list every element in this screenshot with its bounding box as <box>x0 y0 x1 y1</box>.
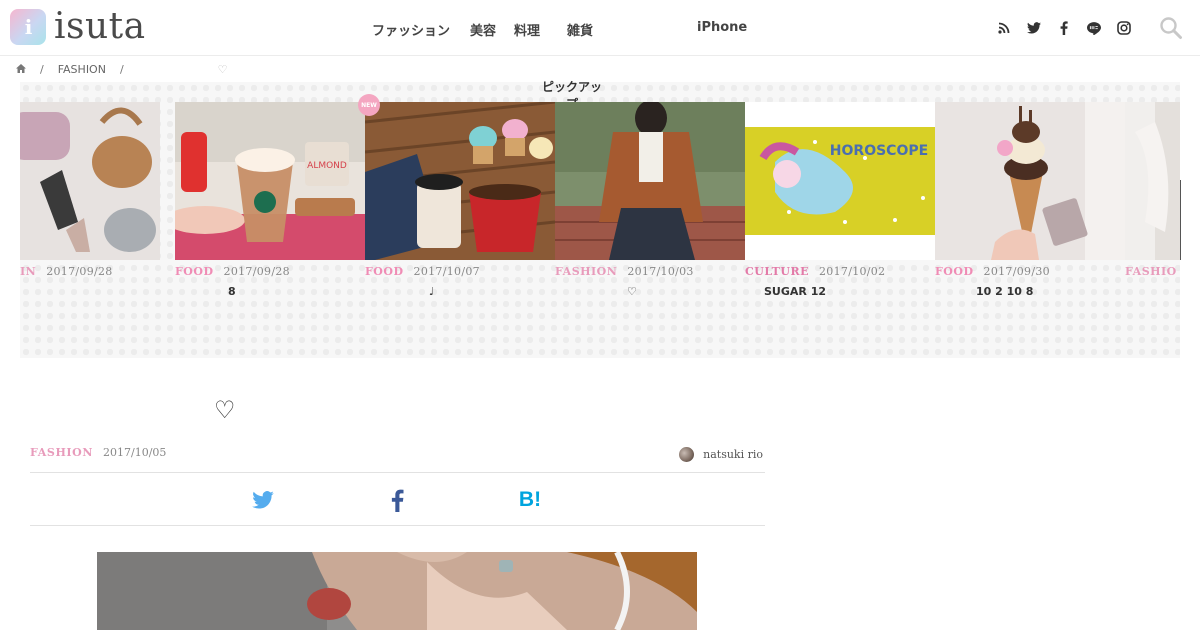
carousel-next-arrow[interactable] <box>1180 180 1181 260</box>
article-hero-image <box>97 552 697 630</box>
avatar <box>679 446 695 462</box>
article-date: 2017/10/05 <box>103 446 167 459</box>
card-meta: FOOD 2017/09/30 <box>935 265 1050 279</box>
new-badge: NEW <box>358 94 380 116</box>
nav-beauty[interactable]: 美容 <box>470 20 496 39</box>
twitter-icon[interactable] <box>1024 18 1044 38</box>
card-meta: IN 2017/09/28 <box>20 265 113 279</box>
breadcrumb-separator: / <box>119 62 124 76</box>
svg-text:ALMOND: ALMOND <box>307 161 347 171</box>
article-author[interactable]: natsuki rio <box>679 446 763 462</box>
logo-text: isuta <box>54 6 146 47</box>
card-thumbnail <box>935 102 1125 260</box>
card-meta: FOOD 2017/10/07 <box>365 265 480 279</box>
breadcrumb-separator: / <box>40 62 44 76</box>
card-title[interactable]: 10 2 10 8 <box>935 285 1125 301</box>
breadcrumb-current: ♡ <box>217 62 228 76</box>
card-category[interactable]: FOOD <box>365 265 404 278</box>
carousel-card[interactable]: IN 2017/09/28 <box>0 102 175 312</box>
author-name: natsuki rio <box>703 447 763 461</box>
site-logo[interactable]: i isuta <box>10 9 146 45</box>
card-meta: CULTURE 2017/10/02 <box>745 265 885 279</box>
facebook-share-icon[interactable] <box>384 487 410 513</box>
card-thumbnail <box>365 102 555 260</box>
card-category[interactable]: FASHION <box>555 265 617 278</box>
card-thumbnail: ALMOND <box>175 102 365 260</box>
card-category[interactable]: FASHIO <box>1125 265 1177 278</box>
card-meta: FOOD 2017/09/28 <box>175 265 290 279</box>
article-title: ♡ <box>214 396 236 424</box>
carousel-card[interactable]: FOOD 2017/10/07 ♩ <box>365 102 555 312</box>
nav-fashion[interactable]: ファッション <box>372 20 450 39</box>
carousel-card[interactable]: FOOD 2017/09/30 10 2 10 8 <box>935 102 1125 312</box>
card-thumbnail <box>1125 102 1180 260</box>
card-meta: FASHION 2017/10/03 <box>555 265 694 279</box>
nav-goods[interactable]: 雑貨 <box>567 20 593 39</box>
card-date: 2017/10/02 <box>819 265 886 278</box>
card-date: 2017/09/30 <box>983 265 1050 278</box>
rss-icon[interactable] <box>994 18 1014 38</box>
card-title[interactable]: 8 <box>175 285 365 301</box>
logo-mark: i <box>10 9 46 45</box>
card-date: 2017/09/28 <box>46 265 113 278</box>
facebook-icon[interactable] <box>1054 18 1074 38</box>
card-category[interactable]: IN <box>20 265 36 278</box>
instagram-icon[interactable] <box>1114 18 1134 38</box>
article-meta: FASHION 2017/10/05 <box>30 446 166 460</box>
search-icon[interactable] <box>1159 16 1183 40</box>
carousel-card[interactable]: FASHION 2017/10/03 ♡ <box>555 102 745 312</box>
carousel-card[interactable]: HOROSCOPE CULTURE 2017/10/02 SUGAR 12 <box>745 102 935 312</box>
nav-cooking[interactable]: 料理 <box>514 20 540 39</box>
carousel-card[interactable]: FASHIO <box>1125 102 1180 312</box>
home-icon[interactable] <box>16 63 26 76</box>
breadcrumb: / FASHION / ♡ <box>16 62 228 76</box>
nav-iphone[interactable]: iPhone <box>697 20 747 35</box>
breadcrumb-category[interactable]: FASHION <box>58 63 106 76</box>
card-thumbnail <box>555 102 745 260</box>
hatena-bookmark-icon[interactable]: B! <box>517 487 543 513</box>
card-meta: FASHIO <box>1125 265 1180 279</box>
card-category[interactable]: CULTURE <box>745 265 809 278</box>
card-thumbnail: HOROSCOPE <box>745 102 935 260</box>
card-title[interactable]: ♡ <box>555 285 745 301</box>
line-icon[interactable] <box>1084 18 1104 38</box>
article-category[interactable]: FASHION <box>30 446 93 459</box>
card-title[interactable]: SUGAR 12 <box>745 285 935 301</box>
card-title[interactable]: ♩ <box>365 285 555 301</box>
card-date: 2017/09/28 <box>223 265 290 278</box>
logo-mark-letter: i <box>24 15 33 39</box>
card-category[interactable]: FOOD <box>935 265 974 278</box>
site-header: i isuta ファッション 美容 料理 雑貨 iPhone <box>0 0 1200 56</box>
svg-text:HOROSCOPE: HOROSCOPE <box>830 143 928 159</box>
card-category[interactable]: FOOD <box>175 265 214 278</box>
card-date: 2017/10/03 <box>627 265 694 278</box>
card-thumbnail <box>20 102 160 260</box>
carousel-card[interactable]: ALMOND FOOD 2017/09/28 8 <box>175 102 365 312</box>
twitter-share-icon[interactable] <box>250 487 276 513</box>
share-bar: B! <box>30 472 765 526</box>
card-date: 2017/10/07 <box>413 265 480 278</box>
